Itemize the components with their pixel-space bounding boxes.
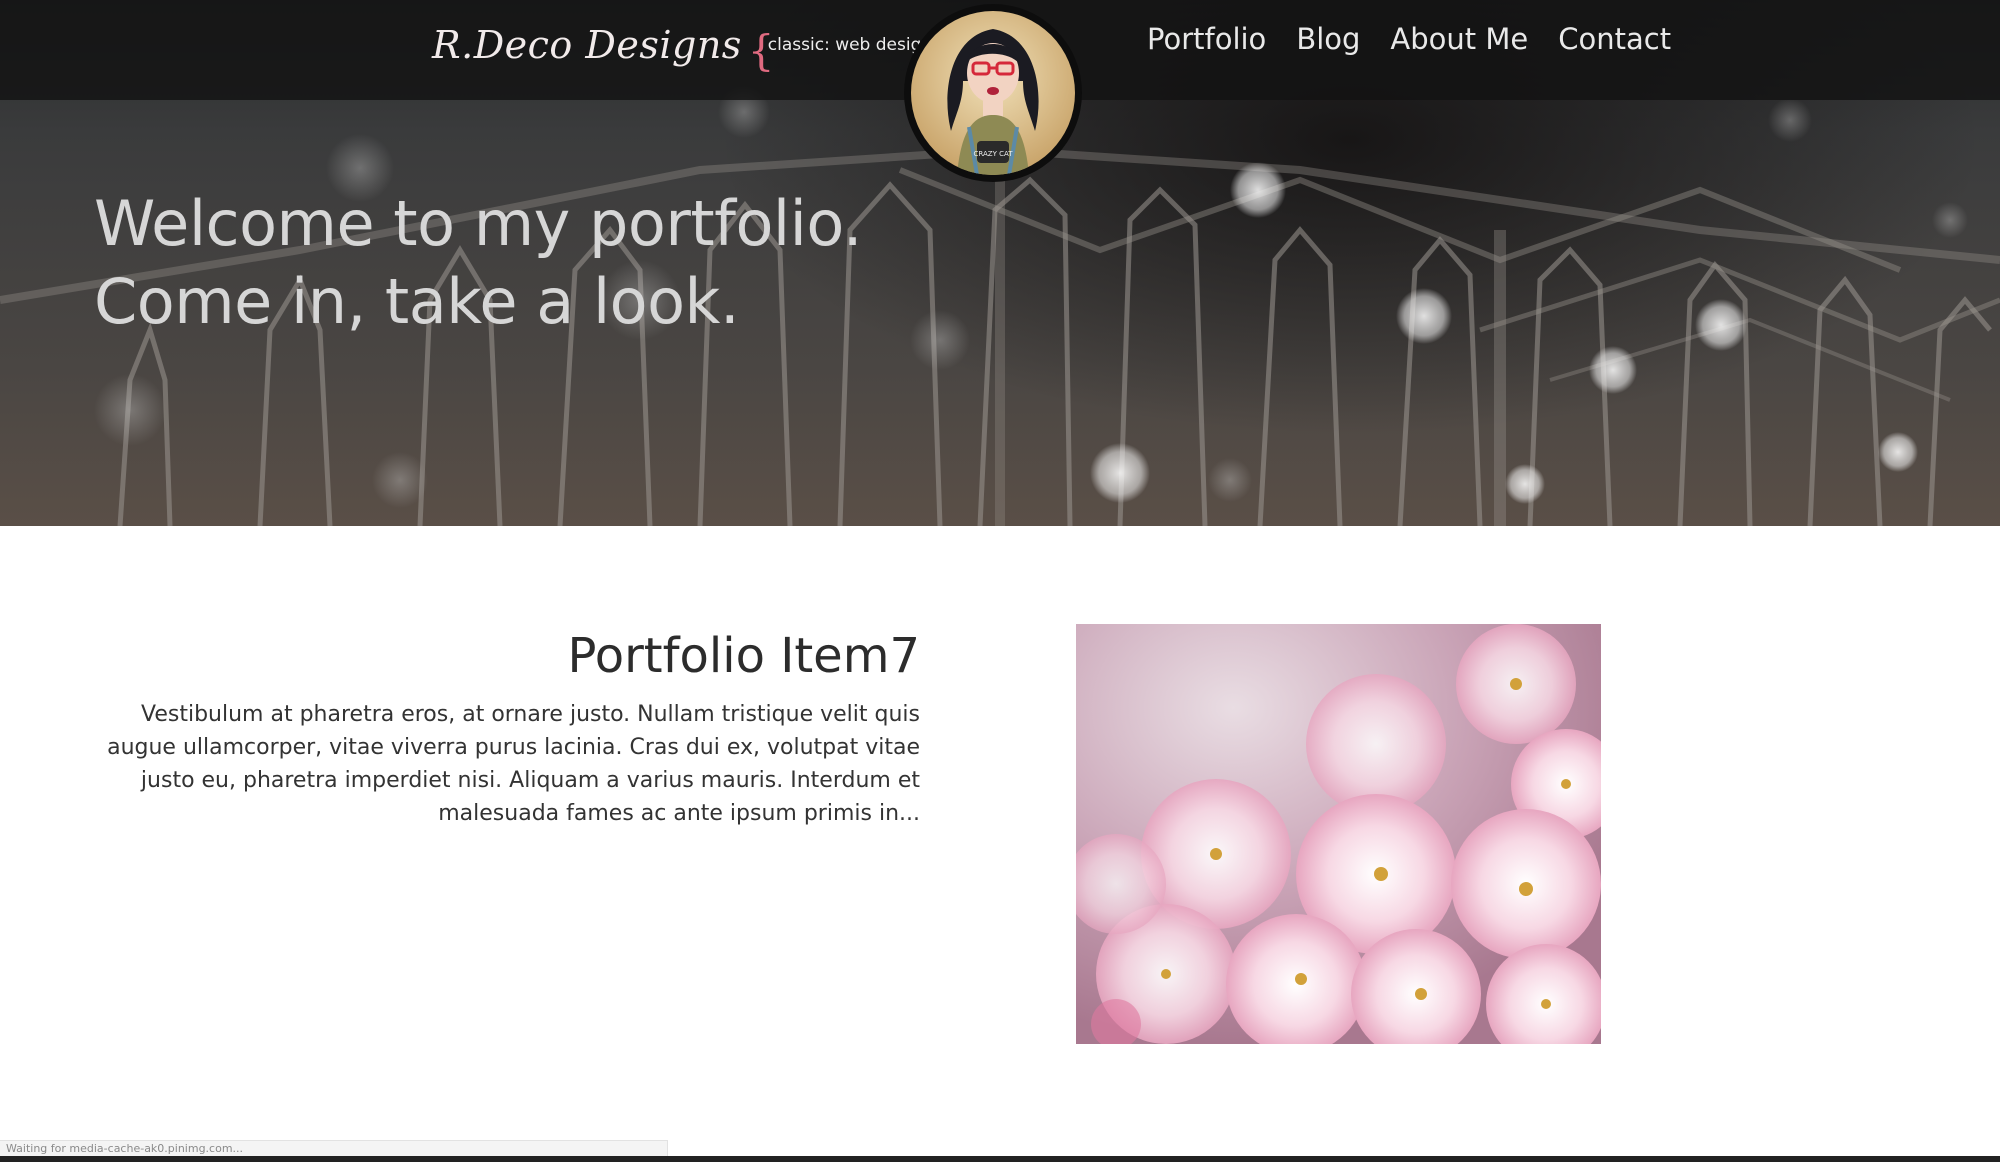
hero-heading: Welcome to my portfolio. Come in, take a… [94, 185, 862, 341]
portfolio-item-description: Vestibulum at pharetra eros, at ornare j… [107, 702, 920, 826]
avatar-badge-text: CRAZY CAT [974, 150, 1014, 158]
main-nav: Portfolio Blog About Me Contact [1147, 22, 1671, 56]
tagline-text: classic: web design; [767, 35, 938, 55]
nav-portfolio-link[interactable]: Portfolio [1147, 22, 1266, 56]
portfolio-item-title[interactable]: Portfolio Item7 [100, 620, 920, 692]
avatar[interactable]: CRAZY CAT [904, 4, 1082, 182]
site-logo[interactable]: R.Deco Designs { classic: web design; } [432, 14, 958, 76]
nav-about-me-link[interactable]: About Me [1390, 22, 1528, 56]
browser-status-bar: Waiting for media-cache-ak0.pinimg.com..… [0, 1140, 668, 1156]
nav-contact-link[interactable]: Contact [1558, 22, 1671, 56]
nav-blog-link[interactable]: Blog [1296, 22, 1360, 56]
hero-heading-line-1: Welcome to my portfolio. [94, 187, 862, 260]
brace-left-icon: { [747, 26, 775, 75]
window-bottom-edge [0, 1156, 2000, 1162]
portfolio-item-text: Portfolio Item7 Vestibulum at pharetra e… [100, 620, 920, 830]
portfolio-item-image[interactable] [1076, 624, 1601, 1044]
logo-wordmark: R.Deco Designs [432, 23, 742, 67]
cherry-blossom-photo [1076, 624, 1601, 1044]
avatar-portrait: CRAZY CAT [911, 11, 1075, 175]
hero-heading-line-2: Come in, take a look. [94, 265, 740, 338]
